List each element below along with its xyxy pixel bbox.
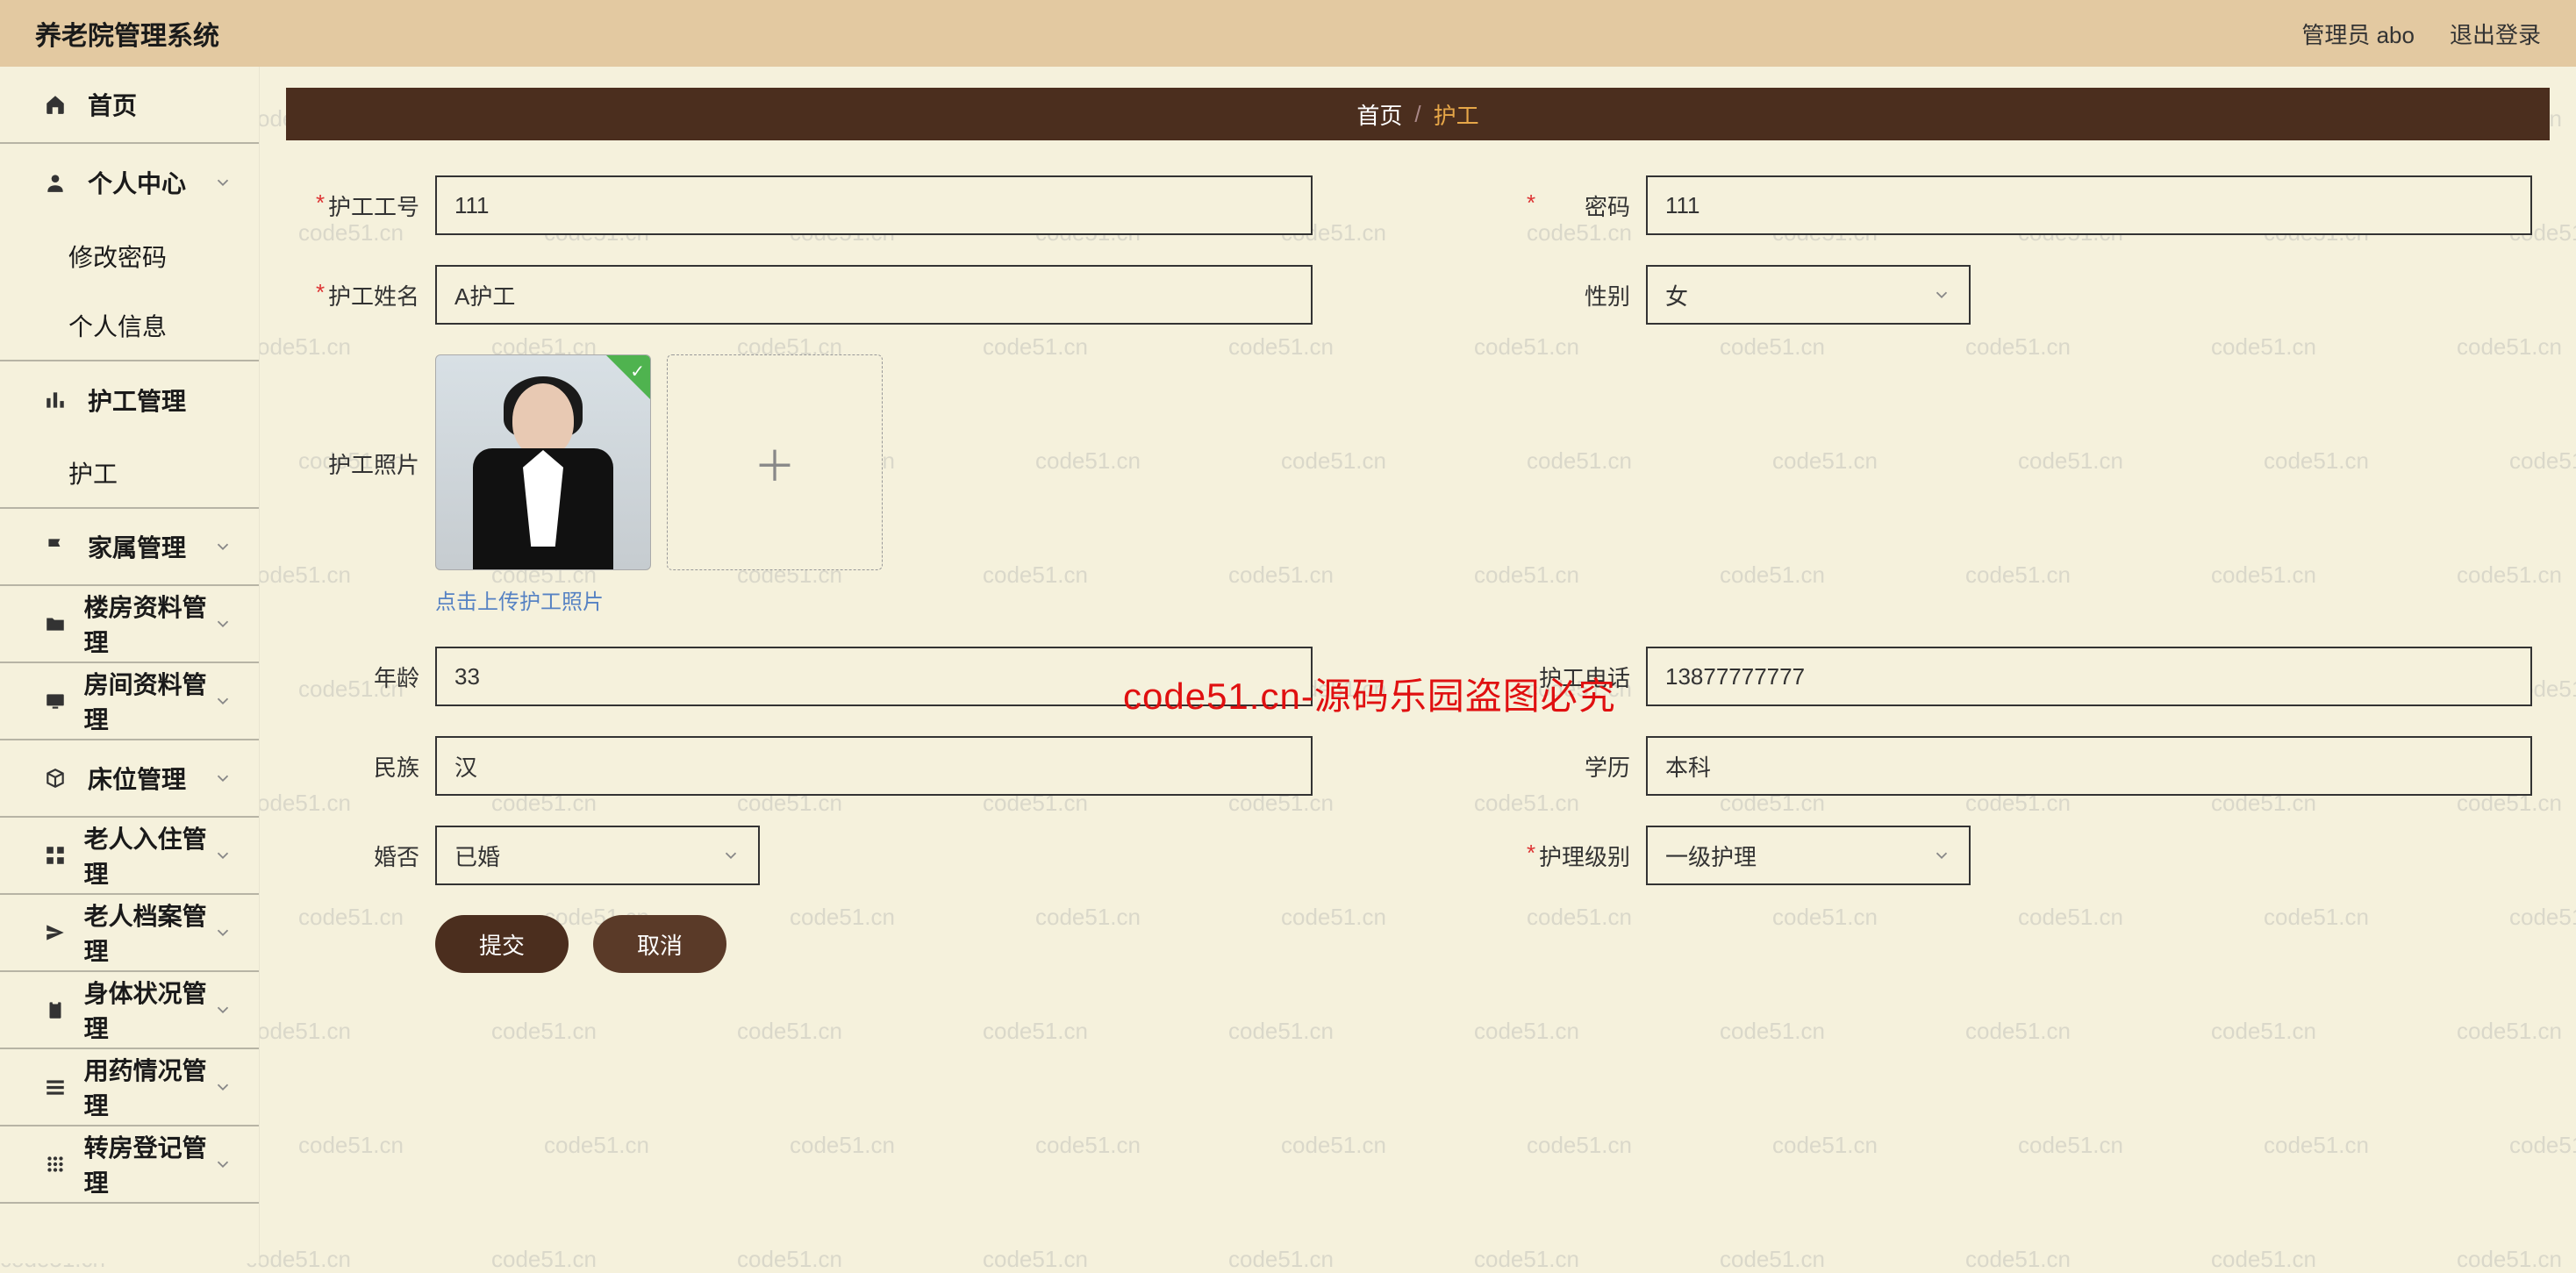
sidebar-item-label: 老人档案管理 [84, 898, 213, 968]
breadcrumb-current: 护工 [1434, 98, 1479, 131]
display-icon [44, 690, 72, 712]
chevron-down-icon [213, 1000, 233, 1019]
sidebar-item-label: 首页 [88, 87, 137, 122]
sidebar-item-label: 个人中心 [88, 165, 186, 200]
breadcrumb-separator: / [1414, 101, 1420, 128]
sidebar-item-label: 身体状况管理 [84, 975, 213, 1045]
grid-icon [44, 844, 72, 867]
submit-button[interactable]: 提交 [435, 915, 569, 973]
check-icon: ✓ [630, 361, 645, 383]
clipboard-icon [44, 998, 72, 1021]
worker-id-input[interactable] [435, 175, 1313, 235]
photo-thumbnail[interactable]: ✓ [435, 354, 651, 570]
watermark-text: code51.cn-源码乐园盗图必究 [1123, 667, 1616, 720]
ethnicity-input[interactable] [435, 736, 1313, 796]
marital-value: 已婚 [454, 840, 500, 872]
care-level-select[interactable]: 一级护理 [1646, 826, 1971, 885]
sidebar-item-label: 房间资料管理 [84, 666, 213, 736]
sidebar-item-home[interactable]: 首页 [0, 67, 259, 144]
list-icon [44, 1076, 72, 1098]
chevron-down-icon [721, 846, 741, 865]
chevron-down-icon [213, 846, 233, 865]
sidebar-item-label: 楼房资料管理 [84, 589, 213, 659]
person-avatar-icon [464, 368, 622, 569]
sidebar-item-caregiver[interactable]: 护工 [0, 439, 259, 509]
sidebar-item-checkin[interactable]: 老人入住管理 [0, 818, 259, 895]
label-age: 年龄 [304, 661, 435, 693]
gender-select[interactable]: 女 [1646, 265, 1971, 325]
password-input[interactable] [1646, 175, 2532, 235]
label-photo: 护工照片 [304, 354, 435, 480]
marital-select[interactable]: 已婚 [435, 826, 760, 885]
label-care-level: 护理级别 [1514, 840, 1646, 872]
admin-user-label[interactable]: 管理员 abo [2301, 18, 2415, 50]
flag-icon [44, 535, 75, 558]
worker-name-input[interactable] [435, 265, 1313, 325]
sidebar-item-label: 床位管理 [88, 761, 186, 796]
sidebar-item-transfer[interactable]: 转房登记管理 [0, 1126, 259, 1204]
sidebar-item-label: 护工管理 [88, 383, 186, 418]
label-gender: 性别 [1514, 279, 1646, 311]
sidebar-item-caregiver-mgmt[interactable]: 护工管理 [0, 361, 259, 439]
cube-icon [44, 767, 75, 790]
breadcrumb: 首页 / 护工 [286, 88, 2550, 140]
label-education: 学历 [1514, 750, 1646, 783]
sidebar-item-room[interactable]: 房间资料管理 [0, 663, 259, 740]
send-icon [44, 921, 72, 944]
sidebar-item-medication[interactable]: 用药情况管理 [0, 1049, 259, 1126]
app-title: 养老院管理系统 [35, 14, 219, 53]
chevron-down-icon [1932, 285, 1951, 304]
sidebar-item-personal[interactable]: 个人中心 [0, 144, 259, 221]
chevron-down-icon [213, 691, 233, 711]
chevron-down-icon [213, 537, 233, 556]
dots-grid-icon [44, 1153, 72, 1176]
sidebar-item-change-password[interactable]: 修改密码 [0, 221, 259, 291]
sidebar-item-label: 家属管理 [88, 529, 186, 564]
sidebar-item-label: 转房登记管理 [84, 1129, 213, 1199]
home-icon [44, 93, 75, 116]
chevron-down-icon [213, 173, 233, 192]
gender-value: 女 [1665, 279, 1688, 311]
chevron-down-icon [213, 1155, 233, 1174]
sidebar-item-bed[interactable]: 床位管理 [0, 740, 259, 818]
breadcrumb-home[interactable]: 首页 [1356, 98, 1402, 131]
label-marital: 婚否 [304, 840, 435, 872]
label-ethnicity: 民族 [304, 750, 435, 783]
sidebar-item-profile[interactable]: 个人信息 [0, 291, 259, 361]
user-icon [44, 171, 75, 194]
chevron-down-icon [213, 769, 233, 788]
sidebar-item-label: 护工 [68, 455, 118, 490]
education-input[interactable] [1646, 736, 2532, 796]
chevron-down-icon [213, 923, 233, 942]
chevron-down-icon [1932, 846, 1951, 865]
label-worker-id: 护工工号 [304, 190, 435, 222]
sidebar-item-archive[interactable]: 老人档案管理 [0, 895, 259, 972]
sidebar-item-label: 个人信息 [68, 308, 167, 343]
sidebar-item-label: 用药情况管理 [84, 1052, 213, 1122]
sidebar-item-label: 老人入住管理 [84, 820, 213, 890]
cancel-button[interactable]: 取消 [593, 915, 726, 973]
sidebar-item-building[interactable]: 楼房资料管理 [0, 586, 259, 663]
plus-icon: ＋ [754, 432, 796, 493]
chart-icon [44, 389, 75, 411]
phone-input[interactable] [1646, 647, 2532, 706]
label-password: 密码 [1514, 190, 1646, 222]
logout-link[interactable]: 退出登录 [2450, 18, 2541, 50]
folder-icon [44, 612, 72, 635]
label-worker-name: 护工姓名 [304, 279, 435, 311]
chevron-down-icon [213, 1077, 233, 1097]
sidebar-item-family[interactable]: 家属管理 [0, 509, 259, 586]
sidebar-item-health[interactable]: 身体状况管理 [0, 972, 259, 1049]
care-level-value: 一级护理 [1665, 840, 1757, 872]
upload-hint[interactable]: 点击上传护工照片 [435, 584, 2532, 615]
chevron-down-icon [213, 614, 233, 633]
upload-photo-button[interactable]: ＋ [667, 354, 883, 570]
sidebar: 首页 个人中心 修改密码 个人信息 护工管理 护工 家属管理 楼房资料管理 房间… [0, 67, 260, 1263]
sidebar-item-label: 修改密码 [68, 239, 167, 274]
